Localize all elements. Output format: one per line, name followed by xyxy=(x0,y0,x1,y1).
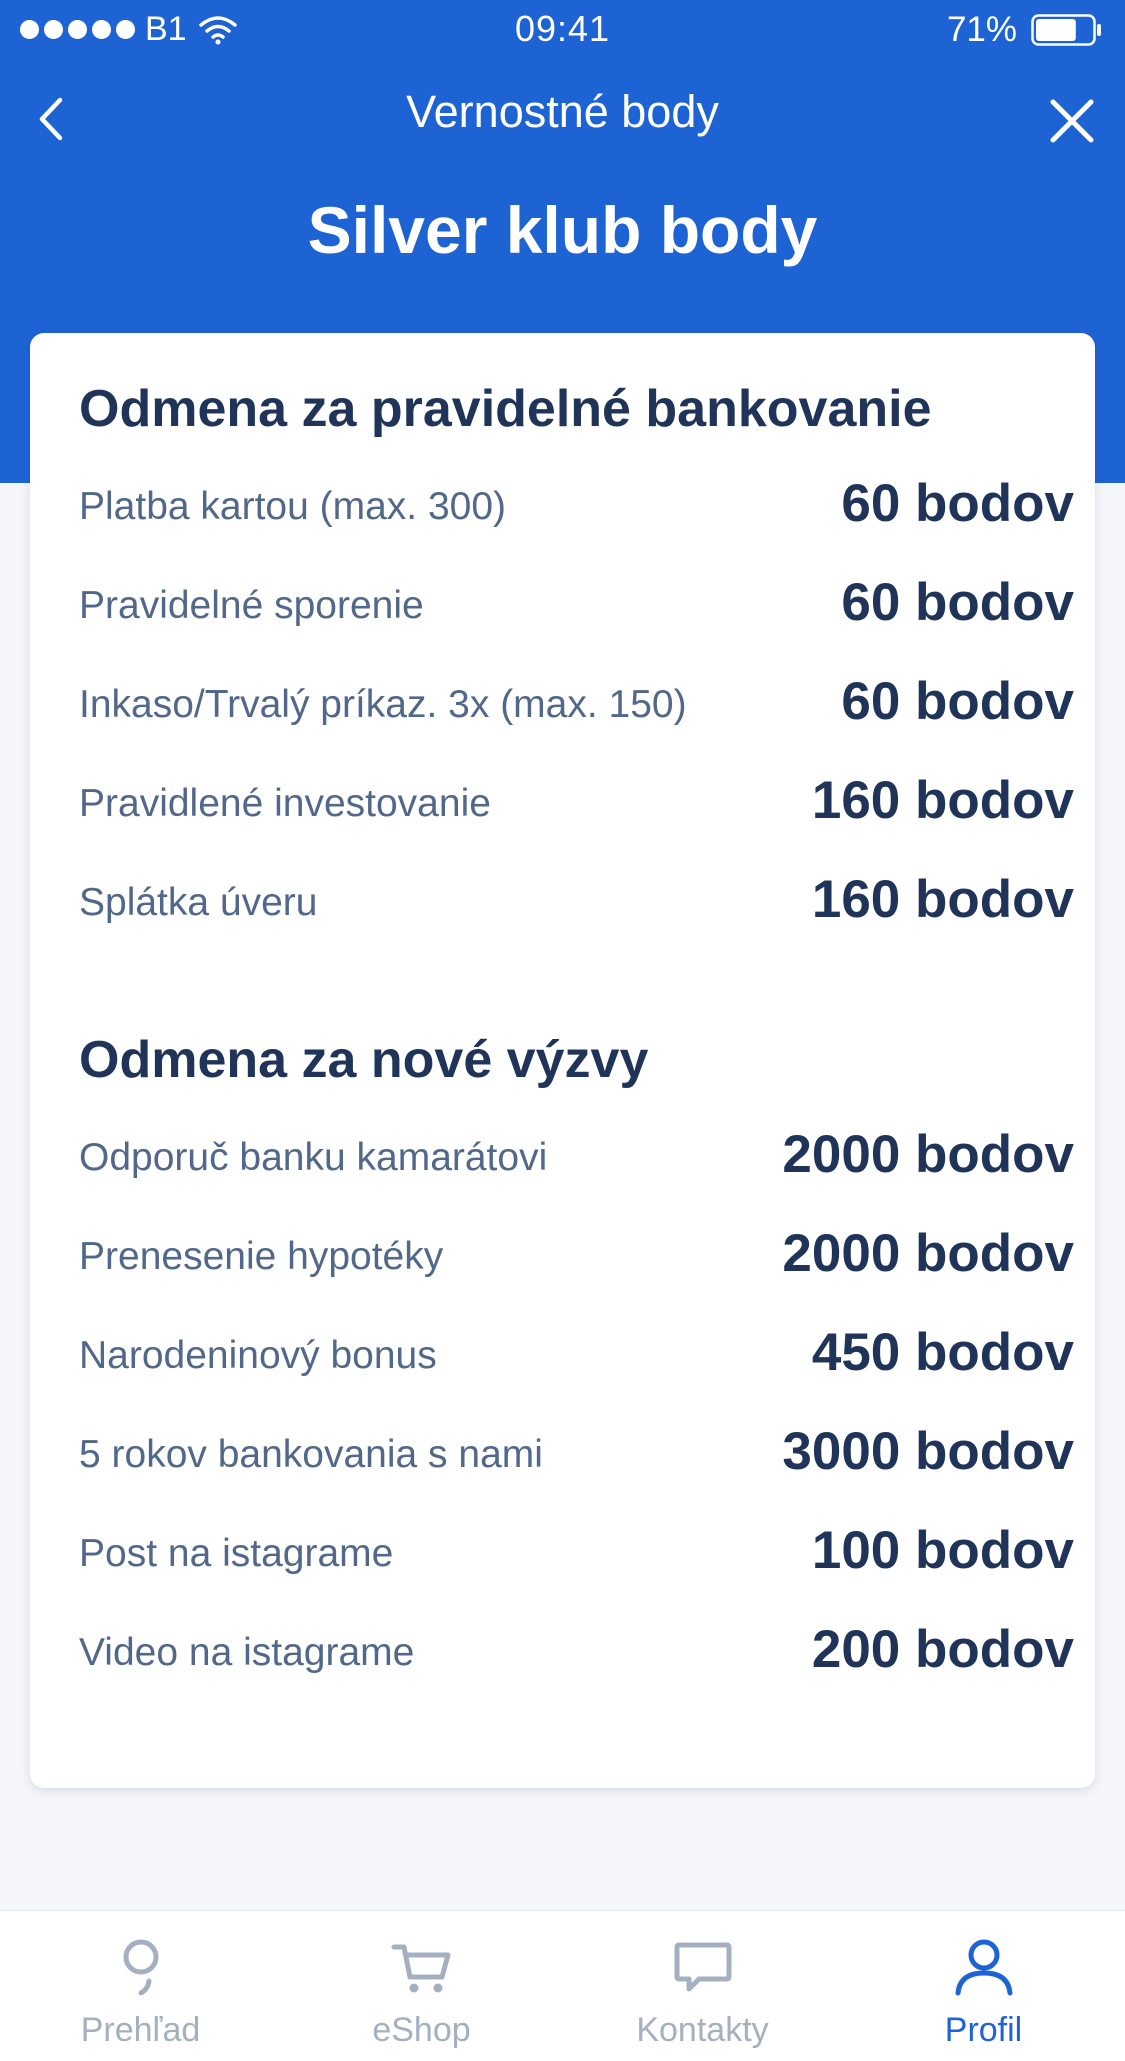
reward-points: 200 bodov xyxy=(811,1620,1074,1679)
reward-label: Platba kartou (max. 300) xyxy=(79,485,507,528)
reward-label: Odporuč banku kamarátovi xyxy=(79,1136,548,1179)
reward-points: 100 bodov xyxy=(811,1521,1074,1580)
list-item: Post na istagrame 100 bodov xyxy=(79,1518,1074,1588)
tab-profile[interactable]: Profil xyxy=(843,1911,1124,2061)
reward-points: 60 bodov xyxy=(841,672,1074,731)
list-item: Pravidelné sporenie 60 bodov xyxy=(79,570,1074,640)
tab-label: Profil xyxy=(944,2011,1023,2049)
points-card: Odmena za pravidelné bankovanie Platba k… xyxy=(30,333,1095,1788)
tab-bar: Prehľad eShop Kontakty Profil xyxy=(0,1910,1125,2061)
list-item: Video na istagrame 200 bodov xyxy=(79,1617,1074,1687)
battery-icon xyxy=(1031,14,1101,46)
section-title-regular-banking: Odmena za pravidelné bankovanie xyxy=(79,380,932,438)
chat-bubble-icon xyxy=(674,1942,731,1992)
reward-label: Pravidlené investovanie xyxy=(79,782,491,825)
reward-points: 60 bodov xyxy=(841,474,1074,533)
list-item: Prenesenie hypotéky 2000 bodov xyxy=(79,1221,1074,1291)
tab-contacts[interactable]: Kontakty xyxy=(562,1911,843,2061)
reward-points: 160 bodov xyxy=(811,870,1074,929)
reward-label: Post na istagrame xyxy=(79,1532,394,1575)
status-bar: B1 09:41 71% xyxy=(0,0,1125,60)
reward-label: Narodeninový bonus xyxy=(79,1334,437,1377)
list-item: Odporuč banku kamarátovi 2000 bodov xyxy=(79,1122,1074,1192)
reward-label: Inkaso/Trvalý príkaz. 3x (max. 150) xyxy=(79,683,687,726)
reward-label: 5 rokov bankovania s nami xyxy=(79,1433,543,1476)
close-icon[interactable] xyxy=(1047,96,1097,146)
tab-overview[interactable]: Prehľad xyxy=(0,1911,281,2061)
reward-label: Prenesenie hypotéky xyxy=(79,1235,444,1278)
tab-label: Kontakty xyxy=(636,2011,769,2049)
list-item: 5 rokov bankovania s nami 3000 bodov xyxy=(79,1419,1074,1489)
list-item: Splátka úveru 160 bodov xyxy=(79,867,1074,937)
reward-points: 2000 bodov xyxy=(782,1125,1074,1184)
nav-title: Vernostné body xyxy=(406,86,719,137)
reward-points: 60 bodov xyxy=(841,573,1074,632)
reward-label: Video na istagrame xyxy=(79,1631,415,1674)
page-title: Silver klub body xyxy=(307,193,818,267)
tab-label: eShop xyxy=(372,2011,471,2049)
battery-percentage: 71% xyxy=(946,10,1017,49)
status-right: 71% xyxy=(947,10,1103,50)
person-icon xyxy=(955,1939,1012,1996)
list-item: Platba kartou (max. 300) 60 bodov xyxy=(79,471,1074,541)
reward-label: Splátka úveru xyxy=(79,881,318,924)
list-item: Inkaso/Trvalý príkaz. 3x (max. 150) 60 b… xyxy=(79,669,1074,739)
reward-points: 2000 bodov xyxy=(782,1224,1074,1283)
reward-points: 450 bodov xyxy=(811,1323,1074,1382)
navigation-bar: Vernostné body xyxy=(0,80,1125,156)
list-item: Pravidlené investovanie 160 bodov xyxy=(79,768,1074,838)
reward-label: Pravidelné sporenie xyxy=(79,584,424,627)
reward-points: 160 bodov xyxy=(811,771,1074,830)
list-item: Narodeninový bonus 450 bodov xyxy=(79,1320,1074,1390)
tab-label: Prehľad xyxy=(80,2011,201,2049)
reward-points: 3000 bodov xyxy=(782,1422,1074,1481)
section-title-new-challenges: Odmena za nové výzvy xyxy=(79,1031,649,1089)
cart-icon xyxy=(391,1944,450,1993)
overview-icon xyxy=(123,1939,158,1996)
tab-eshop[interactable]: eShop xyxy=(281,1911,562,2061)
screen: B1 09:41 71% Vernostné body Silver klub … xyxy=(0,0,1125,2061)
